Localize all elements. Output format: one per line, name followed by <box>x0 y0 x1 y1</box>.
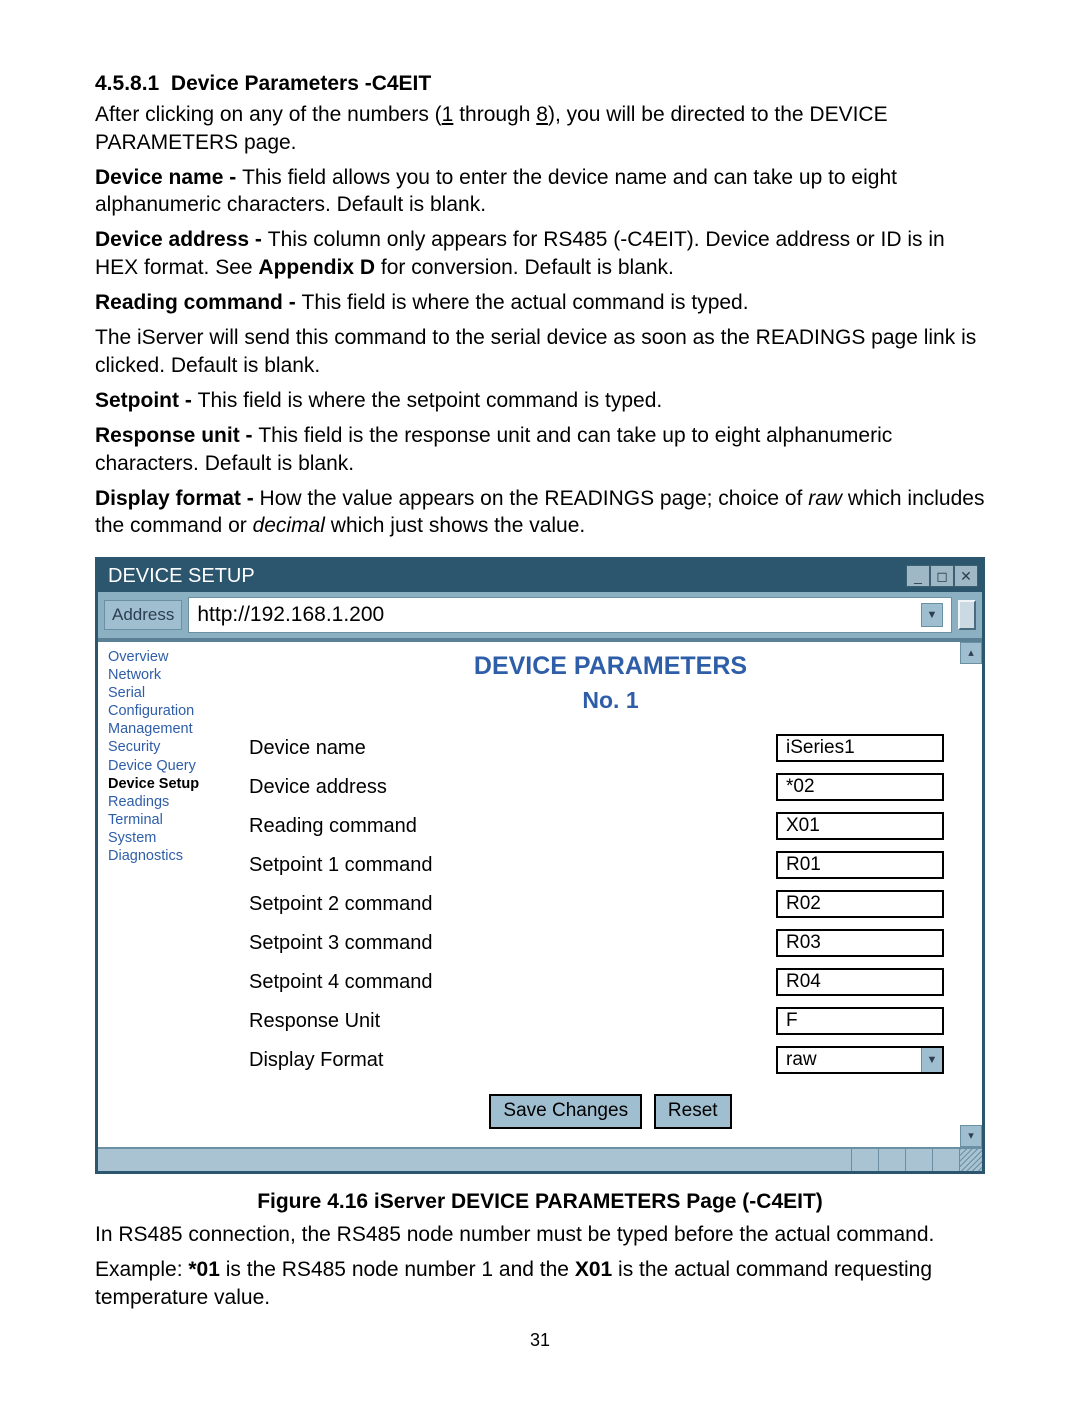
field-input[interactable]: iSeries1 <box>776 734 944 762</box>
intro-paragraph: After clicking on any of the numbers (1 … <box>95 101 985 156</box>
title-bar: DEVICE SETUP _ ◻ ✕ <box>98 560 982 592</box>
field-label: Reading command <box>249 813 776 839</box>
resize-grip-icon[interactable] <box>959 1149 982 1171</box>
page-title: DEVICE PARAMETERS <box>249 650 972 683</box>
sidebar-item-configuration[interactable]: Configuration <box>108 702 233 720</box>
section-heading: 4.5.8.1 Device Parameters -C4EIT <box>95 70 985 97</box>
window-title: DEVICE SETUP <box>108 563 255 589</box>
sidebar-item-readings[interactable]: Readings <box>108 793 233 811</box>
address-dropdown-icon[interactable]: ▼ <box>921 603 943 627</box>
figure-caption: Figure 4.16 iServer DEVICE PARAMETERS Pa… <box>95 1188 985 1215</box>
reset-button[interactable]: Reset <box>654 1094 732 1129</box>
sidebar-item-terminal[interactable]: Terminal <box>108 811 233 829</box>
field-label: Device address <box>249 774 776 800</box>
response-unit-paragraph: Response unit - This field is the respon… <box>95 422 985 477</box>
form-row: Setpoint 3 commandR03 <box>249 929 944 957</box>
field-input[interactable]: X01 <box>776 812 944 840</box>
save-changes-button[interactable]: Save Changes <box>489 1094 642 1129</box>
status-bar <box>98 1147 982 1171</box>
field-input[interactable]: R02 <box>776 890 944 918</box>
maximize-icon[interactable]: ◻ <box>930 565 954 587</box>
field-label: Response Unit <box>249 1008 776 1034</box>
form-row: Response UnitF <box>249 1007 944 1035</box>
field-label: Device name <box>249 735 776 761</box>
scroll-up-icon[interactable]: ▴ <box>960 642 982 664</box>
field-input[interactable]: R03 <box>776 929 944 957</box>
form-row: Setpoint 4 commandR04 <box>249 968 944 996</box>
figure-note-2: Example: *01 is the RS485 node number 1 … <box>95 1256 985 1311</box>
display-format-label: Display Format <box>249 1047 776 1073</box>
form-row: Reading commandX01 <box>249 812 944 840</box>
address-input[interactable]: http://192.168.1.200 ▼ <box>188 597 952 632</box>
address-label: Address <box>104 600 182 630</box>
setpoint-paragraph: Setpoint - This field is where the setpo… <box>95 387 985 414</box>
field-input[interactable]: *02 <box>776 773 944 801</box>
sidebar-nav: OverviewNetworkSerialConfigurationManage… <box>98 642 239 1147</box>
reading-command-paragraph: Reading command - This field is where th… <box>95 289 985 316</box>
device-name-paragraph: Device name - This field allows you to e… <box>95 164 985 219</box>
sidebar-item-diagnostics[interactable]: Diagnostics <box>108 847 233 865</box>
field-label: Setpoint 3 command <box>249 930 776 956</box>
sidebar-item-system[interactable]: System <box>108 829 233 847</box>
display-format-select[interactable]: raw ▼ <box>776 1046 944 1074</box>
page-number: 31 <box>95 1329 985 1352</box>
go-button[interactable] <box>958 600 976 630</box>
sidebar-item-device-query[interactable]: Device Query <box>108 757 233 775</box>
form-row: Device nameiSeries1 <box>249 734 944 762</box>
display-format-row: Display Format raw ▼ <box>249 1046 944 1074</box>
field-label: Setpoint 2 command <box>249 891 776 917</box>
sidebar-item-network[interactable]: Network <box>108 666 233 684</box>
form-row: Setpoint 1 commandR01 <box>249 851 944 879</box>
browser-window: DEVICE SETUP _ ◻ ✕ Address http://192.16… <box>95 557 985 1173</box>
sidebar-item-overview[interactable]: Overview <box>108 648 233 666</box>
display-format-paragraph: Display format - How the value appears o… <box>95 485 985 540</box>
sidebar-item-management[interactable]: Management <box>108 720 233 738</box>
main-content: ▴ DEVICE PARAMETERS No. 1 Device nameiSe… <box>239 642 982 1147</box>
sidebar-item-serial[interactable]: Serial <box>108 684 233 702</box>
form-row: Device address*02 <box>249 773 944 801</box>
field-label: Setpoint 4 command <box>249 969 776 995</box>
figure-note-1: In RS485 connection, the RS485 node numb… <box>95 1221 985 1248</box>
sidebar-item-security[interactable]: Security <box>108 738 233 756</box>
field-input[interactable]: R01 <box>776 851 944 879</box>
minimize-icon[interactable]: _ <box>906 565 930 587</box>
iserver-paragraph: The iServer will send this command to th… <box>95 324 985 379</box>
field-input[interactable]: R04 <box>776 968 944 996</box>
device-address-paragraph: Device address - This column only appear… <box>95 226 985 281</box>
field-input[interactable]: F <box>776 1007 944 1035</box>
sidebar-item-device-setup[interactable]: Device Setup <box>108 775 233 793</box>
dropdown-arrow-icon[interactable]: ▼ <box>921 1048 942 1072</box>
scroll-down-icon[interactable]: ▾ <box>960 1125 982 1147</box>
field-label: Setpoint 1 command <box>249 852 776 878</box>
close-icon[interactable]: ✕ <box>954 565 978 587</box>
page-subtitle: No. 1 <box>249 686 972 716</box>
form-row: Setpoint 2 commandR02 <box>249 890 944 918</box>
address-bar: Address http://192.168.1.200 ▼ <box>98 592 982 639</box>
